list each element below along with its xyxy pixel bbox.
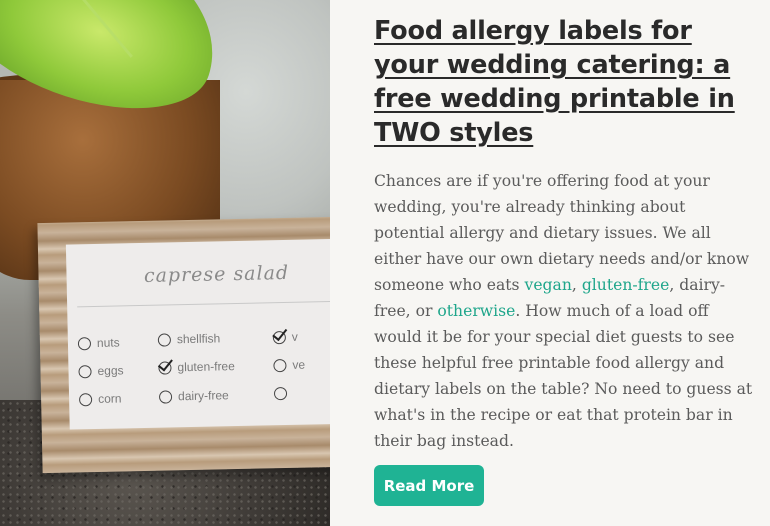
card-option-eggs: eggs	[78, 363, 124, 378]
empty-circle-icon	[158, 389, 173, 404]
vegan-link[interactable]: vegan	[525, 276, 572, 294]
otherwise-link[interactable]: otherwise	[437, 302, 515, 320]
allergy-label-inner: caprese salad nuts shellfish v eggs glut…	[65, 238, 330, 430]
card-option-shellfish: shellfish	[157, 331, 220, 347]
card-option-gluten-free: gluten-free	[157, 355, 235, 375]
empty-circle-icon	[77, 336, 92, 350]
empty-circle-icon	[273, 358, 287, 372]
empty-circle-icon	[78, 364, 92, 378]
empty-circle-icon	[273, 386, 288, 401]
card-title: caprese salad	[143, 261, 290, 287]
card-option-nuts: nuts	[77, 335, 120, 350]
card-option-partial-mid: ve	[273, 358, 305, 373]
read-more-button[interactable]: Read More	[374, 465, 484, 506]
article-title-link[interactable]: Food allergy labels for your wedding cat…	[374, 14, 754, 150]
card-option-dairy-free: dairy-free	[158, 388, 229, 404]
allergy-label-card: caprese salad nuts shellfish v eggs glut…	[37, 216, 330, 474]
article-excerpt: Chances are if you're offering food at y…	[374, 172, 753, 450]
checked-circle-icon	[272, 324, 288, 344]
gluten-free-link[interactable]: gluten-free	[582, 276, 670, 294]
article-featured-image[interactable]: caprese salad nuts shellfish v eggs glut…	[0, 0, 330, 526]
checked-circle-icon	[157, 355, 173, 375]
empty-circle-icon	[157, 332, 172, 347]
article-preview: Food allergy labels for your wedding cat…	[374, 14, 754, 454]
card-option-corn: corn	[78, 391, 122, 406]
empty-circle-icon	[78, 392, 93, 406]
card-option-partial-top: v	[272, 324, 298, 345]
card-option-partial-bottom	[273, 386, 288, 401]
